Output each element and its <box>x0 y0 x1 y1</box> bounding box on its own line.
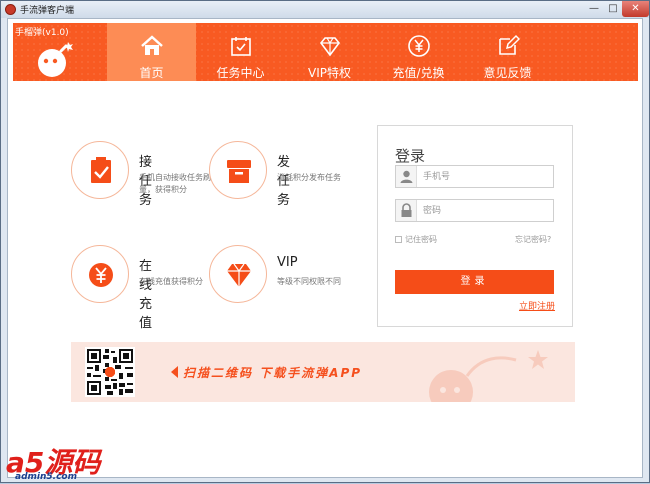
site-watermark: a5源码 admin5.com <box>1 441 111 484</box>
phone-input[interactable] <box>423 169 548 184</box>
nav-item-feedback[interactable]: 意见反馈 <box>463 23 552 81</box>
user-icon <box>396 166 417 187</box>
feature-icon-circle <box>71 141 129 199</box>
bomb-icon <box>38 42 73 77</box>
diamond-icon <box>227 263 251 287</box>
checkbox-box[interactable] <box>395 236 402 243</box>
minimize-button[interactable]: — <box>584 1 604 17</box>
download-app-banner[interactable]: 扫描二维码 下载手流弹APP <box>71 342 575 402</box>
password-field[interactable] <box>395 199 554 222</box>
feature-icon-circle <box>209 245 267 303</box>
nav-item-recharge[interactable]: 充值/兑换 <box>374 23 463 81</box>
feature-description: 消耗积分发布任务 <box>277 173 341 182</box>
yen-icon <box>89 263 113 287</box>
archive-box-icon <box>227 160 251 183</box>
nav-item-vip[interactable]: VIP特权 <box>285 23 374 81</box>
nav-item-home[interactable]: 首页 <box>107 23 196 81</box>
watermark-url: admin5.com <box>15 472 77 482</box>
feature-icon-circle <box>71 245 129 303</box>
edit-icon <box>499 34 520 55</box>
feature-description: 手机自动接收任务刷流量，获得积分 <box>139 173 219 194</box>
remember-password-label: 记住密码 <box>405 235 437 244</box>
maximize-button[interactable]: □ <box>604 1 622 17</box>
diamond-icon <box>319 37 341 57</box>
calendar-check-icon <box>231 37 251 56</box>
nav-item-task-center[interactable]: 任务中心 <box>196 23 285 81</box>
feature-icon-circle <box>209 141 267 199</box>
login-panel: 登录 手机号 记住密码 忘记密码? 登录 立即注册 <box>377 125 573 327</box>
header-bar: 手榴弹(v1.0) 首页 任务中心 VIP特权 充值/兑换 意见反馈 <box>13 23 638 81</box>
login-button[interactable]: 登录 <box>395 270 554 294</box>
feature-description: 等级不同权限不同 <box>277 277 341 286</box>
phone-field[interactable] <box>395 165 554 188</box>
close-button[interactable]: ✕ <box>622 1 649 17</box>
app-version: 手榴弹(v1.0) <box>15 28 69 38</box>
password-input[interactable] <box>423 203 548 218</box>
feature-title: 在线充值 <box>139 259 153 331</box>
register-link[interactable]: 立即注册 <box>519 299 555 312</box>
arrow-left-icon <box>171 366 178 378</box>
nav-label: VIP特权 <box>308 66 351 80</box>
forgot-password-link[interactable]: 忘记密码? <box>515 234 551 245</box>
lock-icon <box>396 200 417 221</box>
qr-code <box>85 347 135 397</box>
app-icon <box>5 4 16 15</box>
app-window: 手流弹客户端 — □ ✕ 手榴弹(v1.0) 首页 任务中心 VIP特权 充值/… <box>0 0 650 483</box>
banner-text: 扫描二维码 下载手流弹APP <box>183 366 363 380</box>
nav-label: 意见反馈 <box>483 66 532 80</box>
login-title: 登录 <box>395 147 426 165</box>
yen-icon <box>408 35 430 57</box>
window-title: 手流弹客户端 <box>20 6 75 16</box>
feature-description: 在线充值获得积分 <box>139 277 203 286</box>
feature-title: VIP <box>277 255 298 270</box>
clipboard-check-icon <box>91 157 111 183</box>
home-icon <box>141 35 163 55</box>
nav-label: 充值/兑换 <box>392 66 445 80</box>
title-bar: 手流弹客户端 — □ ✕ <box>1 1 649 18</box>
nav-label: 任务中心 <box>216 66 265 80</box>
remember-password-checkbox[interactable]: 记住密码 <box>395 234 437 245</box>
main-nav: 首页 任务中心 VIP特权 充值/兑换 意见反馈 <box>107 23 552 81</box>
bomb-illustration <box>429 350 548 402</box>
client-area: 手榴弹(v1.0) 首页 任务中心 VIP特权 充值/兑换 意见反馈 接任务 手… <box>7 18 643 478</box>
nav-label: 首页 <box>139 66 164 80</box>
